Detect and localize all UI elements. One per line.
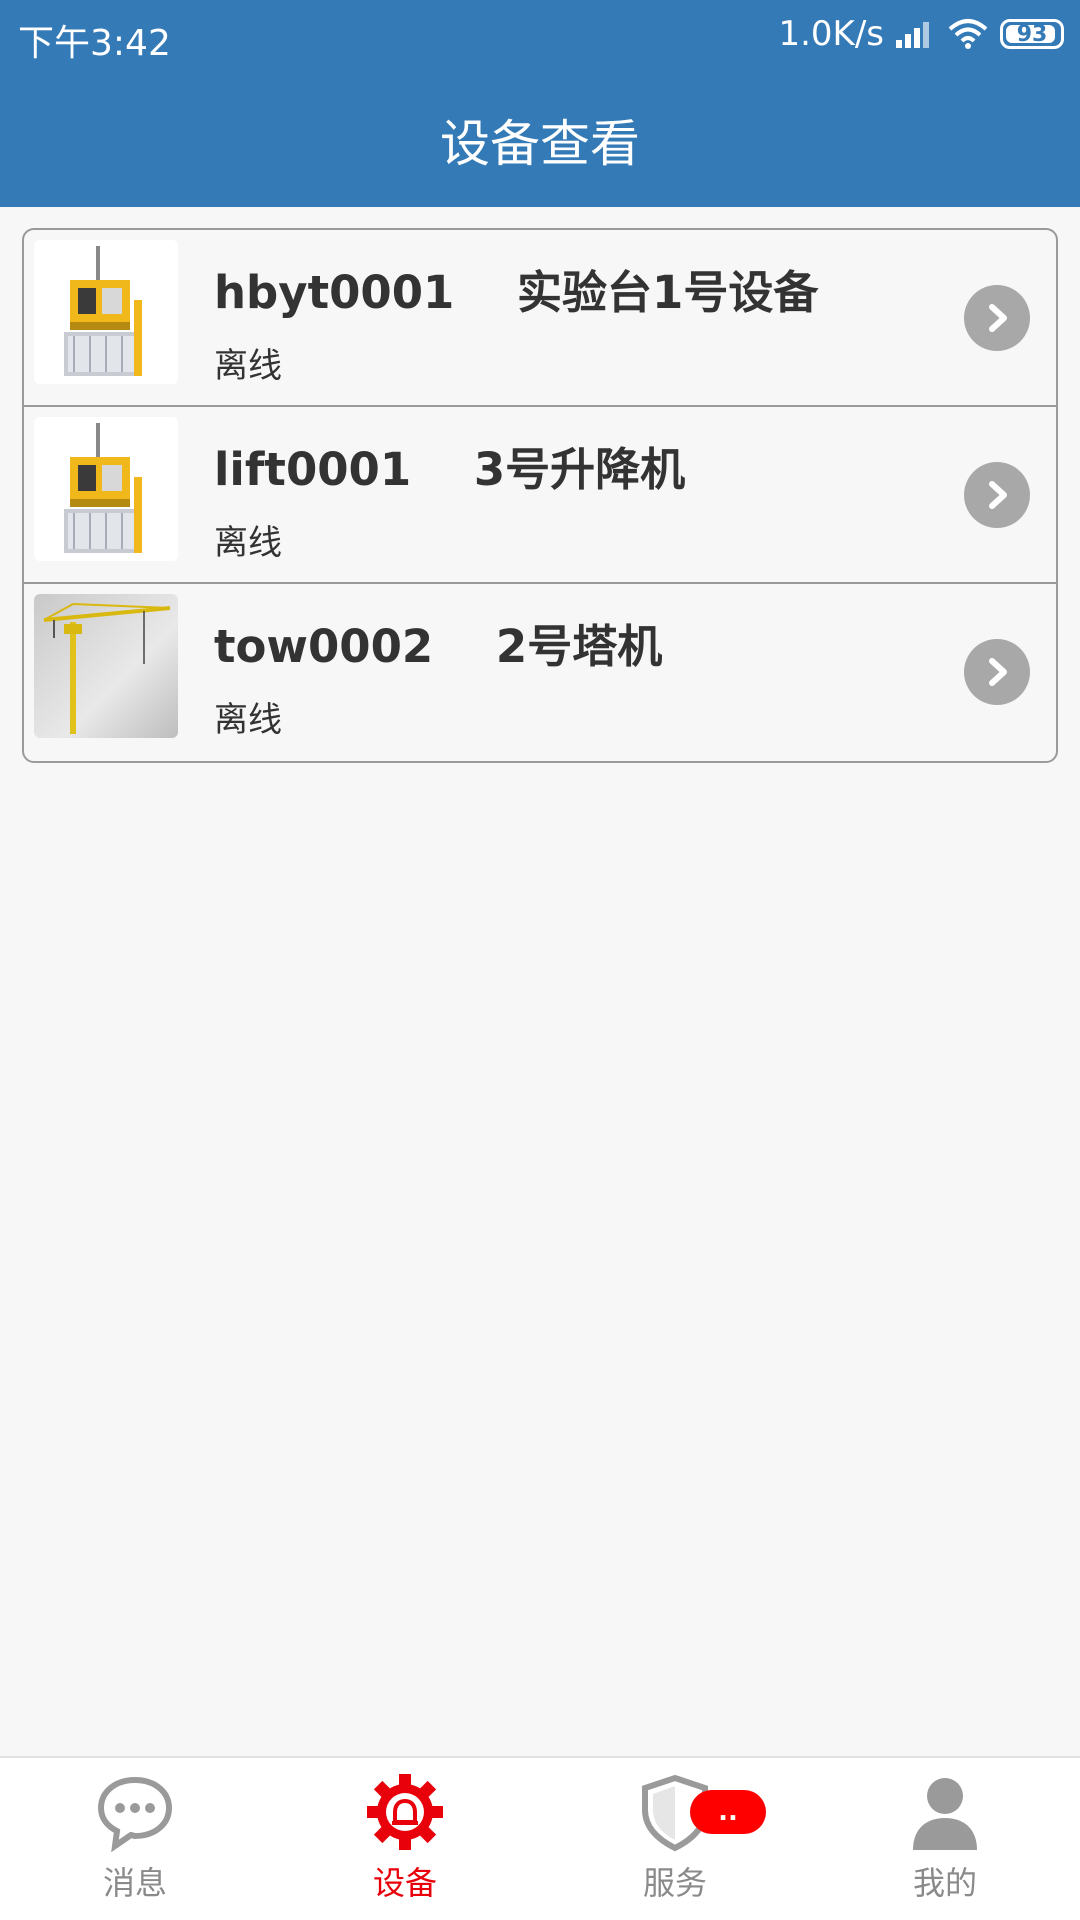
nav-item-messages[interactable]: 消息 [0,1758,270,1920]
lift-machine-image [34,417,178,561]
nav-label: 我的 [912,1864,977,1902]
device-row[interactable]: hbyt0001 实验台1号设备 离线 [24,230,1056,407]
notification-badge: .. [690,1790,766,1834]
network-speed: 1.0K/s [778,14,884,54]
battery-level: 93 [1016,21,1048,47]
bottom-nav: 消息 设备 .. 服务 我的 [0,1756,1080,1920]
battery-icon: 93 [1000,19,1064,49]
status-indicators: 1.0K/s 93 [778,14,1064,54]
wifi-icon [948,19,988,49]
status-time: 下午3:42 [18,23,171,64]
device-name: tow0002 2号塔机 [214,620,663,673]
lift-machine-image [34,240,178,384]
nav-item-devices[interactable]: 设备 [270,1758,540,1920]
chevron-right-icon[interactable] [964,639,1030,705]
device-row[interactable]: lift0001 3号升降机 离线 [24,407,1056,584]
device-name: hbyt0001 实验台1号设备 [214,266,819,319]
signal-icon [896,22,929,48]
device-status: 离线 [214,700,282,740]
chevron-right-icon[interactable] [964,285,1030,351]
top-bar: 下午3:42 1.0K/s 93 设备查看 [0,0,1080,207]
device-list: hbyt0001 实验台1号设备 离线 lift0001 3号升降机 离线 to… [22,228,1058,763]
device-row[interactable]: tow0002 2号塔机 离线 [24,584,1056,761]
nav-label: 消息 [102,1864,167,1902]
chevron-right-icon[interactable] [964,462,1030,528]
nav-label: 服务 [642,1864,707,1902]
tower-crane-image [34,594,178,738]
device-name: lift0001 3号升降机 [214,443,686,496]
device-status: 离线 [214,346,282,386]
person-icon [913,1778,977,1850]
device-status: 离线 [214,523,282,563]
chat-bubble-icon [97,1776,173,1852]
gear-alarm-icon [367,1774,443,1850]
page-title: 设备查看 [440,115,640,173]
nav-label: 设备 [372,1864,437,1902]
nav-item-profile[interactable]: 我的 [810,1758,1080,1920]
nav-item-services[interactable]: .. 服务 [540,1758,810,1920]
